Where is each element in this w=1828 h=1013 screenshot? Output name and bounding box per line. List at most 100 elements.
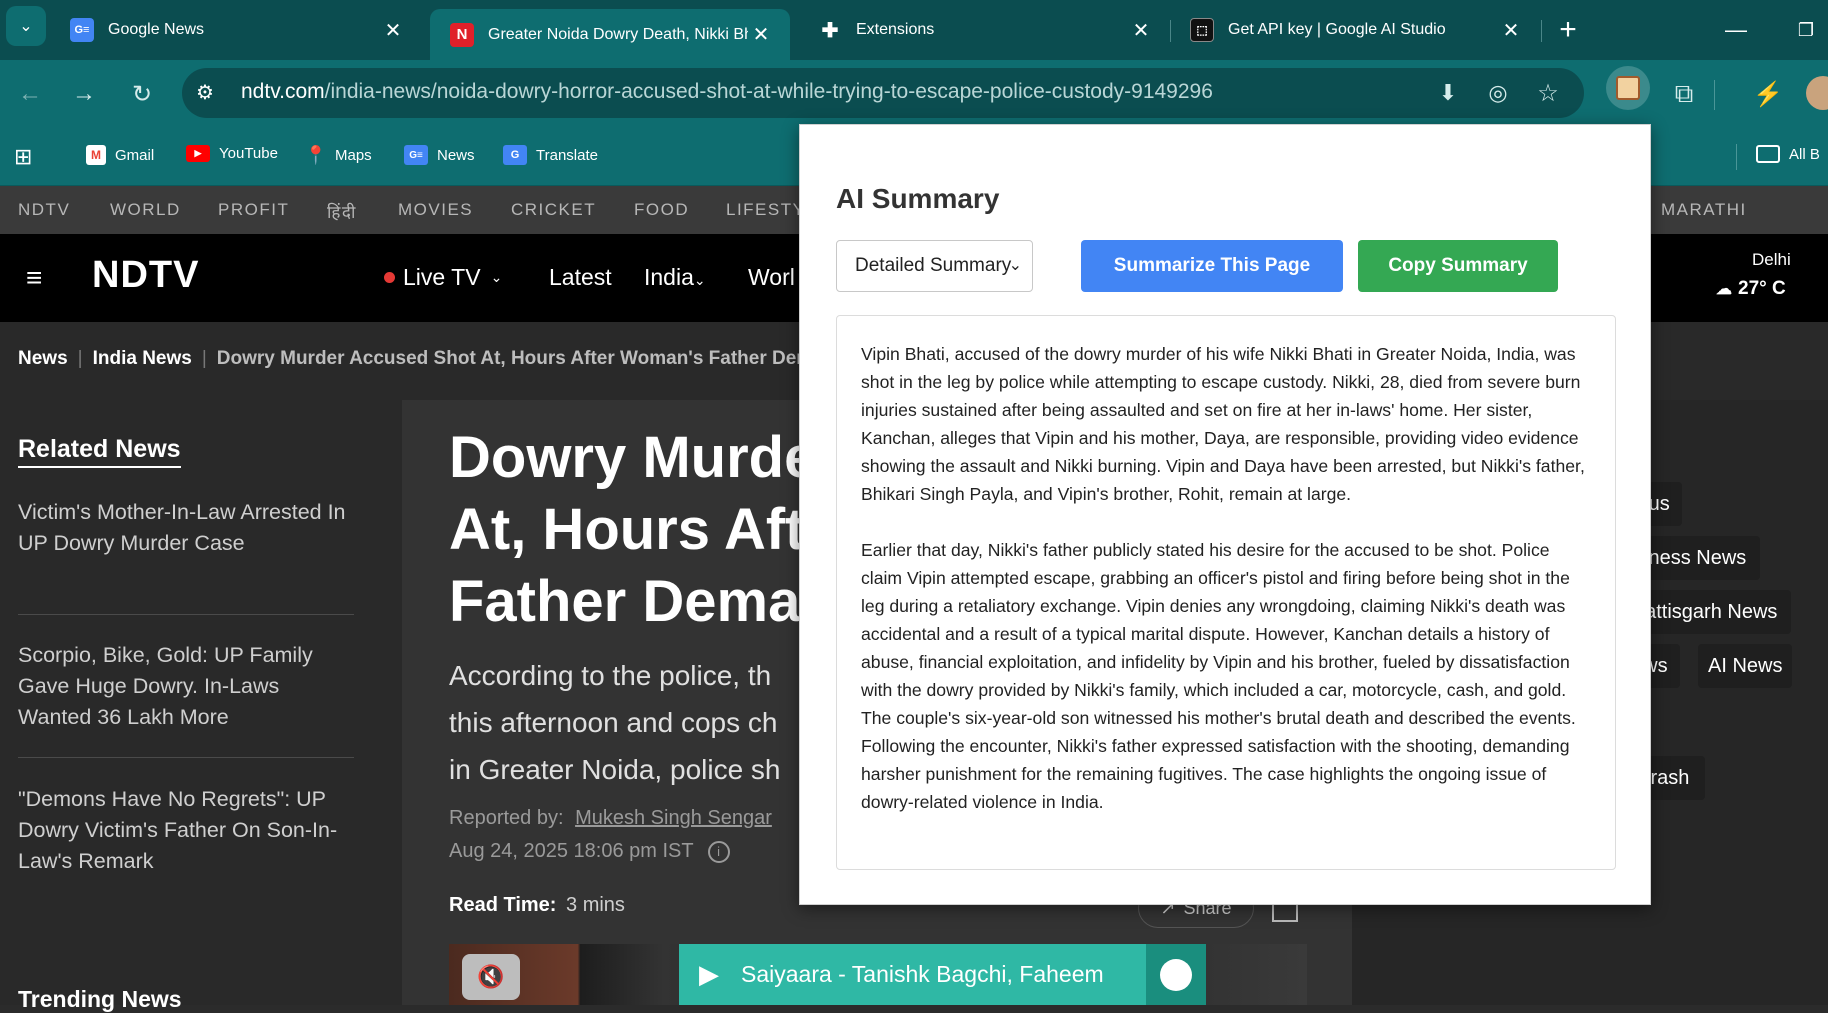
restore-button[interactable]: ❐ xyxy=(1786,12,1826,48)
summarize-button[interactable]: Summarize This Page xyxy=(1081,240,1343,292)
related-news-heading: Related News xyxy=(18,435,181,468)
cat-movies[interactable]: MOVIES xyxy=(398,200,473,220)
tab-google-news[interactable]: G≡ Google News ✕ xyxy=(50,9,422,51)
tab-search-button[interactable]: ⌄ xyxy=(6,6,46,46)
performance-icon[interactable]: ⚡ xyxy=(1748,74,1788,114)
cat-hindi[interactable]: हिंदी xyxy=(327,200,357,223)
address-bar[interactable]: ⚙ ndtv.com/india-news/noida-dowry-horror… xyxy=(182,68,1584,118)
cat-cricket[interactable]: CRICKET xyxy=(511,200,596,220)
avatar[interactable] xyxy=(1806,76,1828,110)
cat-marathi[interactable]: MARATHI xyxy=(1661,200,1747,220)
cat-profit[interactable]: PROFIT xyxy=(218,200,289,220)
site-info-icon[interactable]: ⚙ xyxy=(196,80,214,105)
cat-lifestyle[interactable]: LIFESTY xyxy=(726,200,805,220)
back-button[interactable]: ← xyxy=(10,74,50,114)
read-time: Read Time: 3 mins xyxy=(449,894,625,917)
tab-extensions[interactable]: ✚ Extensions ✕ xyxy=(798,9,1170,51)
tab-title: Google News xyxy=(108,21,205,38)
cat-world[interactable]: WORLD xyxy=(110,200,181,220)
menu-search-icon[interactable]: ≡ xyxy=(26,262,42,294)
install-app-icon[interactable]: ⬇ xyxy=(1428,73,1468,113)
tab-title: Greater Noida Dowry Death, Nikki Bha xyxy=(488,25,748,43)
reload-button[interactable]: ↻ xyxy=(122,74,162,114)
maps-pin-icon: 📍 xyxy=(304,144,328,165)
toolbar-divider xyxy=(1714,80,1715,110)
new-tab-button[interactable]: + xyxy=(1548,10,1588,50)
summary-paragraph: Earlier that day, Nikki's father publicl… xyxy=(861,540,1576,812)
breadcrumb-separator: | xyxy=(77,348,83,369)
trending-news-heading: Trending News xyxy=(18,986,182,1012)
info-icon[interactable]: i xyxy=(707,840,730,863)
puzzle-icon: ✚ xyxy=(821,19,839,42)
chevron-down-icon: ⌄ xyxy=(1008,257,1022,274)
jiosaavn-icon[interactable] xyxy=(1146,944,1206,1005)
related-news-item[interactable]: Victim's Mother-In-Law Arrested In UP Do… xyxy=(18,497,348,559)
bookmark-label: News xyxy=(437,146,475,164)
nav-live-tv[interactable]: Live TV ⌄ xyxy=(384,264,502,291)
weather-widget: ☁ 27° C xyxy=(1716,278,1786,300)
tag-chip[interactable]: AI News xyxy=(1698,644,1793,688)
article-subheading: According to the police, th this afterno… xyxy=(449,652,781,793)
bookmark-star-icon[interactable]: ☆ xyxy=(1528,73,1568,113)
saavn-logo-icon xyxy=(1160,958,1192,991)
bookmark-gmail[interactable]: M Gmail xyxy=(86,145,154,165)
chevron-down-icon: ⌄ xyxy=(490,269,503,285)
forward-button[interactable]: → xyxy=(64,74,104,114)
select-value: Detailed Summary xyxy=(855,255,1012,276)
tab-ai-studio[interactable]: ⬚ Get API key | Google AI Studio ✕ xyxy=(1170,9,1540,51)
breadcrumb-current: Dowry Murder Accused Shot At, Hours Afte… xyxy=(216,348,804,369)
breadcrumb-india-news[interactable]: India News xyxy=(93,348,192,370)
minimize-button[interactable]: — xyxy=(1716,12,1756,48)
tab-ndtv-article[interactable]: N Greater Noida Dowry Death, Nikki Bha ✕ xyxy=(430,9,790,60)
bookmark-label: Maps xyxy=(335,146,372,164)
summary-extension-icon xyxy=(1616,76,1640,100)
weather-city: Delhi xyxy=(1752,250,1791,269)
youtube-icon: ▶ xyxy=(186,145,210,162)
divider xyxy=(18,614,354,615)
nav-latest[interactable]: Latest xyxy=(549,264,612,291)
chevron-down-icon: ⌄ xyxy=(693,272,706,288)
summary-type-select[interactable]: Detailed Summary ⌄ xyxy=(836,240,1033,292)
bookmark-youtube[interactable]: ▶ YouTube xyxy=(186,145,278,162)
related-news-item[interactable]: Scorpio, Bike, Gold: UP Family Gave Huge… xyxy=(18,640,348,733)
close-icon[interactable]: ✕ xyxy=(1128,17,1154,43)
author-link[interactable]: Mukesh Singh Sengar xyxy=(575,807,772,829)
close-icon[interactable]: ✕ xyxy=(1498,17,1524,43)
related-news-item[interactable]: "Demons Have No Regrets": UP Dowry Victi… xyxy=(18,784,358,877)
music-player[interactable]: ▶ Saiyaara - Tanishk Bagchi, Faheem Ab xyxy=(679,944,1146,1005)
bookmark-label: Translate xyxy=(536,146,598,164)
copy-summary-button[interactable]: Copy Summary xyxy=(1358,240,1558,292)
nav-label: India xyxy=(644,264,694,290)
close-icon[interactable]: ✕ xyxy=(380,17,406,43)
bookmark-news[interactable]: G≡ News xyxy=(404,145,475,165)
ai-summary-popup: AI Summary Detailed Summary ⌄ Summarize … xyxy=(799,124,1651,905)
nav-india[interactable]: India⌄ xyxy=(644,264,706,291)
url-text: ndtv.com/india-news/noida-dowry-horror-a… xyxy=(241,80,1213,104)
cat-ndtv[interactable]: NDTV xyxy=(18,200,70,220)
eye-off-icon[interactable]: ◎ xyxy=(1478,73,1518,113)
close-icon[interactable]: ✕ xyxy=(748,22,774,48)
bookmark-maps[interactable]: 📍 Maps xyxy=(304,144,372,165)
publish-date: Aug 24, 2025 18:06 pm IST i xyxy=(449,840,730,863)
bookmark-label: YouTube xyxy=(219,145,278,162)
mute-icon[interactable]: 🔇 xyxy=(462,954,520,1000)
breadcrumb-news[interactable]: News xyxy=(18,348,68,370)
cloud-sun-icon: ☁ xyxy=(1716,281,1732,298)
nav-world[interactable]: Worl xyxy=(748,264,795,291)
nav-label: Live TV xyxy=(403,264,481,290)
byline: Reported by: Mukesh Singh Sengar xyxy=(449,807,772,830)
ndtv-icon: N xyxy=(450,22,474,47)
bookmark-translate[interactable]: G Translate xyxy=(503,145,598,165)
summary-output: Vipin Bhati, accused of the dowry murder… xyxy=(836,315,1616,870)
divider xyxy=(18,757,354,758)
live-dot-icon xyxy=(384,272,395,283)
gmail-icon: M xyxy=(86,145,106,165)
extensions-puzzle-icon[interactable]: ⧉ xyxy=(1664,74,1704,114)
ndtv-logo[interactable]: NDTV xyxy=(92,254,199,297)
extension-ai-summary-button[interactable] xyxy=(1606,66,1650,110)
headline: Dowry Murde At, Hours Aft Father Dema xyxy=(449,422,816,638)
cat-food[interactable]: FOOD xyxy=(634,200,689,220)
all-bookmarks[interactable]: All B xyxy=(1756,145,1820,163)
apps-grid-icon[interactable]: ⊞ xyxy=(14,144,32,170)
play-icon[interactable]: ▶ xyxy=(699,959,719,990)
